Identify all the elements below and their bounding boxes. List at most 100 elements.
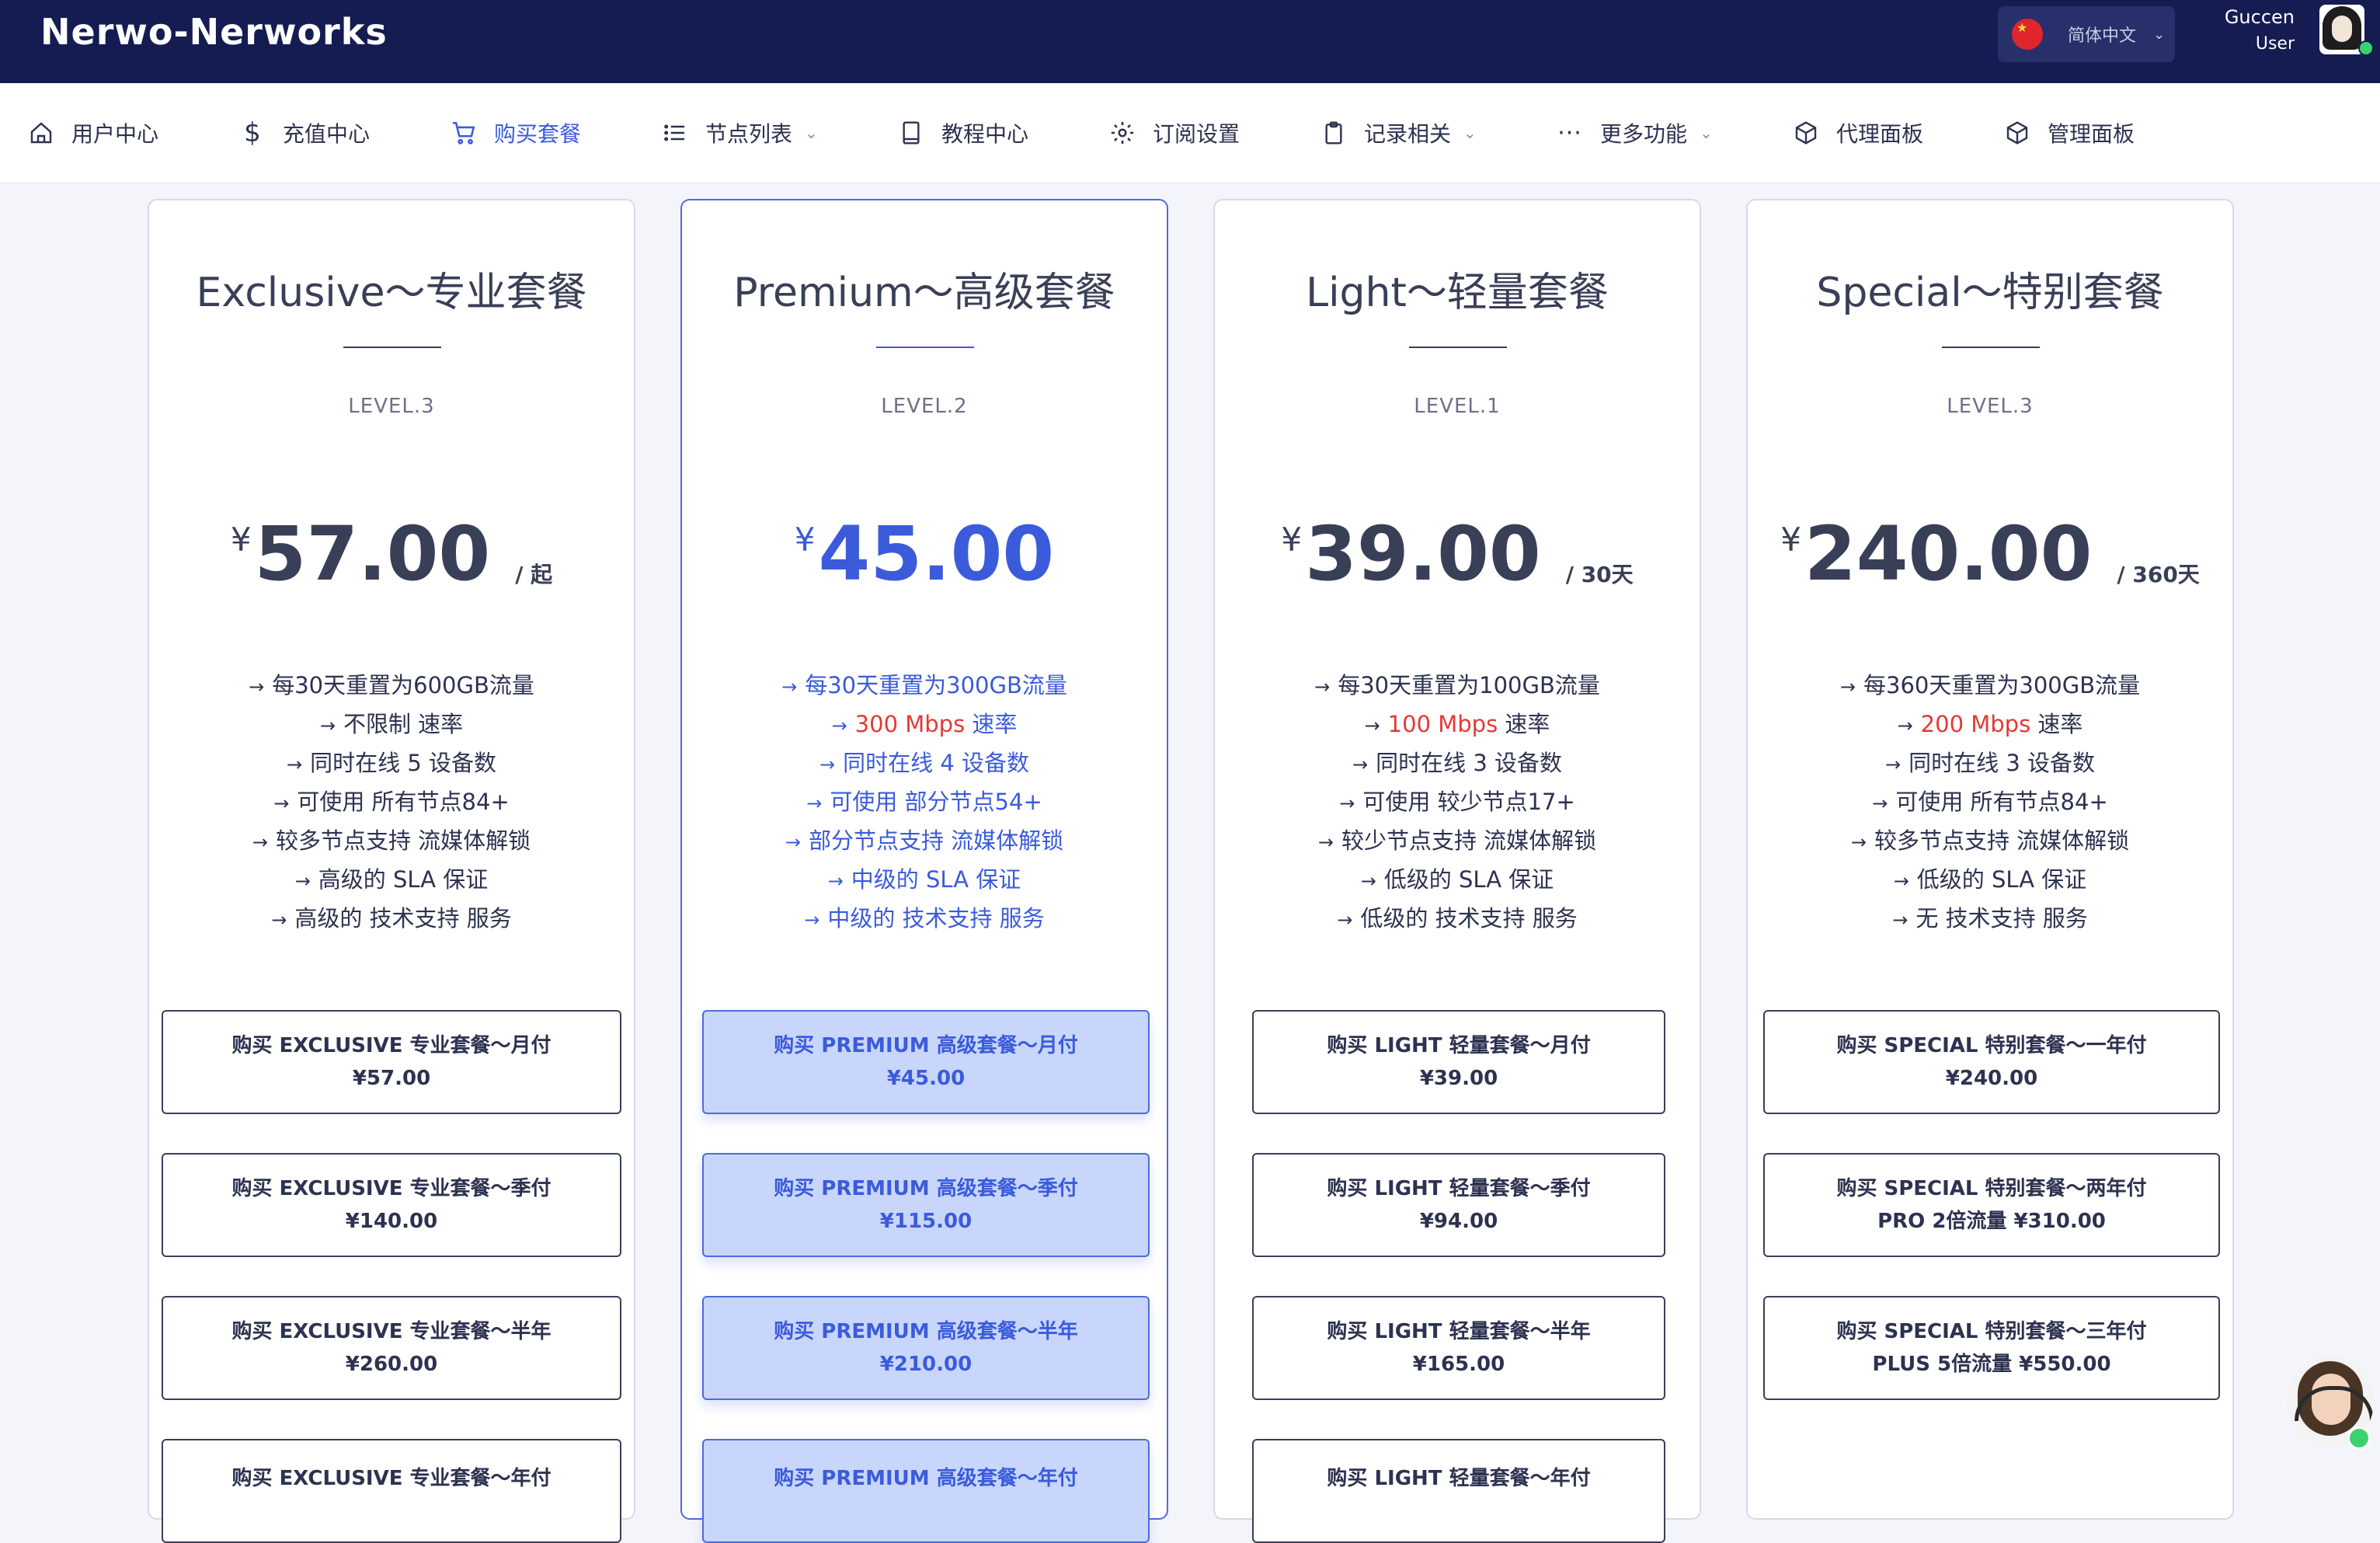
nav-item-node-list[interactable]: 节点列表 ⌄ (662, 111, 818, 155)
arrow-right-icon: → (1872, 792, 1888, 814)
price-amount: 240.00 (1804, 510, 2093, 597)
feature-item: → 每30天重置为100GB流量 (1314, 672, 1600, 698)
buy-special-2year-button[interactable]: 购买 SPECIAL 特别套餐～两年付 PRO 2倍流量 ¥310.00 (1763, 1153, 2220, 1257)
feature-item: → 低级的 SLA 保证 (1893, 866, 2087, 893)
price-amount: 57.00 (254, 510, 491, 597)
feature-item: → 可使用 部分节点54+ (806, 789, 1042, 815)
buy-premium-yearly-button[interactable]: 购买 PREMIUM 高级套餐～年付 (702, 1439, 1150, 1543)
nav-label: 管理面板 (2048, 121, 2135, 147)
feature-item: → 中级的 SLA 保证 (827, 866, 1021, 893)
plan-card-exclusive: Exclusive～专业套餐 LEVEL.3 ¥ 57.00 / 起 → 每30天… (148, 199, 635, 1543)
plan-title: Premium～高级套餐 (733, 270, 1115, 316)
plan-price: ¥ 45.00 (682, 511, 1167, 597)
buy-premium-halfyear-button[interactable]: 购买 PREMIUM 高级套餐～半年 ¥210.00 (702, 1296, 1150, 1400)
buy-exclusive-yearly-button[interactable]: 购买 EXCLUSIVE 专业套餐～年付 (162, 1439, 621, 1543)
plan-card-premium: Premium～高级套餐 LEVEL.2 ¥ 45.00 → 每30天重置为300… (680, 199, 1168, 1543)
arrow-right-icon: → (1339, 792, 1355, 814)
plan-title: Special～特别套餐 (1816, 270, 2164, 316)
feature-item: → 同时在线 5 设备数 (287, 750, 496, 776)
feature-item: → 高级的 技术支持 服务 (271, 905, 512, 932)
buy-premium-monthly-button[interactable]: 购买 PREMIUM 高级套餐～月付 ¥45.00 (702, 1010, 1150, 1114)
plan-level: LEVEL.3 (348, 395, 435, 418)
language-selector[interactable]: ★ 简体中文 ⌄ (1998, 6, 2175, 62)
currency-symbol: ¥ (1281, 521, 1303, 559)
price-period: / 起 (515, 562, 553, 587)
arrow-right-icon: → (781, 676, 798, 698)
nav-item-admin-panel[interactable]: 管理面板 (2004, 111, 2135, 155)
title-divider (876, 347, 974, 348)
feature-item: → 每30天重置为300GB流量 (781, 672, 1067, 698)
buy-exclusive-monthly-button[interactable]: 购买 EXCLUSIVE 专业套餐～月付 ¥57.00 (162, 1010, 621, 1114)
arrow-right-icon: → (1893, 870, 1909, 892)
online-status-dot (2358, 40, 2374, 56)
feature-item: → 较多节点支持 流媒体解锁 (252, 827, 531, 854)
arrow-right-icon: → (252, 831, 268, 853)
buy-exclusive-halfyear-button[interactable]: 购买 EXCLUSIVE 专业套餐～半年 ¥260.00 (162, 1296, 621, 1400)
feature-item: → 300 Mbps 速率 (831, 711, 1018, 737)
top-bar: Nerwo-Nerworks ★ 简体中文 ⌄ Guccen User (0, 0, 2380, 83)
plan-card-special: Special～特别套餐 LEVEL.3 ¥ 240.00 / 360天 → 每3… (1746, 199, 2234, 1520)
nav-item-recharge[interactable]: $ 充值中心 (239, 111, 370, 155)
plan-level: LEVEL.2 (881, 395, 968, 418)
brand-logo[interactable]: Nerwo-Nerworks (40, 11, 388, 53)
nav-label: 记录相关 (1364, 121, 1452, 147)
currency-symbol: ¥ (1780, 521, 1801, 559)
arrow-right-icon: → (319, 715, 336, 737)
feature-list: → 每360天重置为300GB流量 → 200 Mbps 速率 → 同时在线 3 设备… (1748, 667, 2232, 939)
buy-special-3year-button[interactable]: 购买 SPECIAL 特别套餐～三年付 PLUS 5倍流量 ¥550.00 (1763, 1296, 2220, 1400)
buy-light-monthly-button[interactable]: 购买 LIGHT 轻量套餐～月付 ¥39.00 (1252, 1010, 1665, 1114)
gear-icon (1109, 120, 1136, 146)
nav-label: 节点列表 (705, 121, 793, 147)
arrow-right-icon: → (1360, 870, 1376, 892)
nav-label: 用户中心 (71, 121, 159, 147)
plan-title: Exclusive～专业套餐 (196, 270, 587, 316)
buy-premium-quarterly-button[interactable]: 购买 PREMIUM 高级套餐～季付 ¥115.00 (702, 1153, 1150, 1257)
box-icon (1793, 120, 1819, 146)
plan-card-light: Light～轻量套餐 LEVEL.1 ¥ 39.00 / 30天 → 每30天重置… (1213, 199, 1701, 1543)
feature-item: → 可使用 所有节点84+ (273, 789, 510, 815)
chevron-down-icon: ⌄ (1700, 124, 1713, 142)
feature-item: → 可使用 所有节点84+ (1872, 789, 2108, 815)
main-nav: 用户中心 $ 充值中心 购买套餐 节点列表 ⌄ 教程中心 订阅设置 记录相关 ⌄… (0, 83, 2380, 183)
arrow-right-icon: → (1850, 831, 1867, 853)
feature-item: → 不限制 速率 (319, 711, 464, 737)
nav-label: 教程中心 (941, 121, 1029, 147)
feature-item: → 每30天重置为600GB流量 (249, 672, 534, 698)
nav-item-buy-plan[interactable]: 购买套餐 (451, 111, 581, 155)
user-name: Guccen (2224, 6, 2295, 28)
more-icon: ··· (1557, 119, 1582, 147)
feature-item: → 200 Mbps 速率 (1897, 711, 2083, 737)
chevron-down-icon: ⌄ (1463, 124, 1477, 142)
price-amount: 39.00 (1305, 510, 1541, 597)
nav-item-user-center[interactable]: 用户中心 (28, 111, 158, 155)
nav-item-proxy-panel[interactable]: 代理面板 (1793, 111, 1923, 155)
arrow-right-icon: → (1892, 909, 1909, 931)
buy-light-yearly-button[interactable]: 购买 LIGHT 轻量套餐～年付 (1252, 1439, 1665, 1543)
support-online-dot (2347, 1426, 2371, 1450)
arrow-right-icon: → (1885, 754, 1902, 775)
buy-special-1year-button[interactable]: 购买 SPECIAL 特别套餐～一年付 ¥240.00 (1763, 1010, 2220, 1114)
feature-item: → 低级的 SLA 保证 (1360, 866, 1554, 893)
feature-item: → 同时在线 3 设备数 (1352, 750, 1562, 776)
currency-symbol: ¥ (794, 521, 816, 559)
arrow-right-icon: → (1352, 754, 1369, 775)
nav-label: 购买套餐 (494, 121, 582, 147)
buy-exclusive-quarterly-button[interactable]: 购买 EXCLUSIVE 专业套餐～季付 ¥140.00 (162, 1153, 621, 1257)
arrow-right-icon: → (1314, 676, 1331, 698)
nav-item-records[interactable]: 记录相关 ⌄ (1320, 111, 1477, 155)
arrow-right-icon: → (827, 870, 844, 892)
nav-item-tutorials[interactable]: 教程中心 (898, 111, 1028, 155)
clipboard-icon (1320, 120, 1347, 146)
plan-level: LEVEL.3 (1947, 395, 2034, 418)
feature-item: → 较多节点支持 流媒体解锁 (1850, 827, 2130, 854)
nav-item-more-features[interactable]: ··· 更多功能 ⌄ (1557, 111, 1713, 155)
feature-item: → 100 Mbps 速率 (1364, 711, 1550, 737)
buy-light-halfyear-button[interactable]: 购买 LIGHT 轻量套餐～半年 ¥165.00 (1252, 1296, 1665, 1400)
title-divider (343, 347, 441, 348)
title-divider (1942, 347, 2040, 348)
buy-light-quarterly-button[interactable]: 购买 LIGHT 轻量套餐～季付 ¥94.00 (1252, 1153, 1665, 1257)
arrow-right-icon: → (1897, 715, 1913, 737)
feature-item: → 较少节点支持 流媒体解锁 (1317, 827, 1597, 854)
nav-item-subscription-settings[interactable]: 订阅设置 (1109, 111, 1240, 155)
nav-label: 代理面板 (1836, 121, 1924, 147)
